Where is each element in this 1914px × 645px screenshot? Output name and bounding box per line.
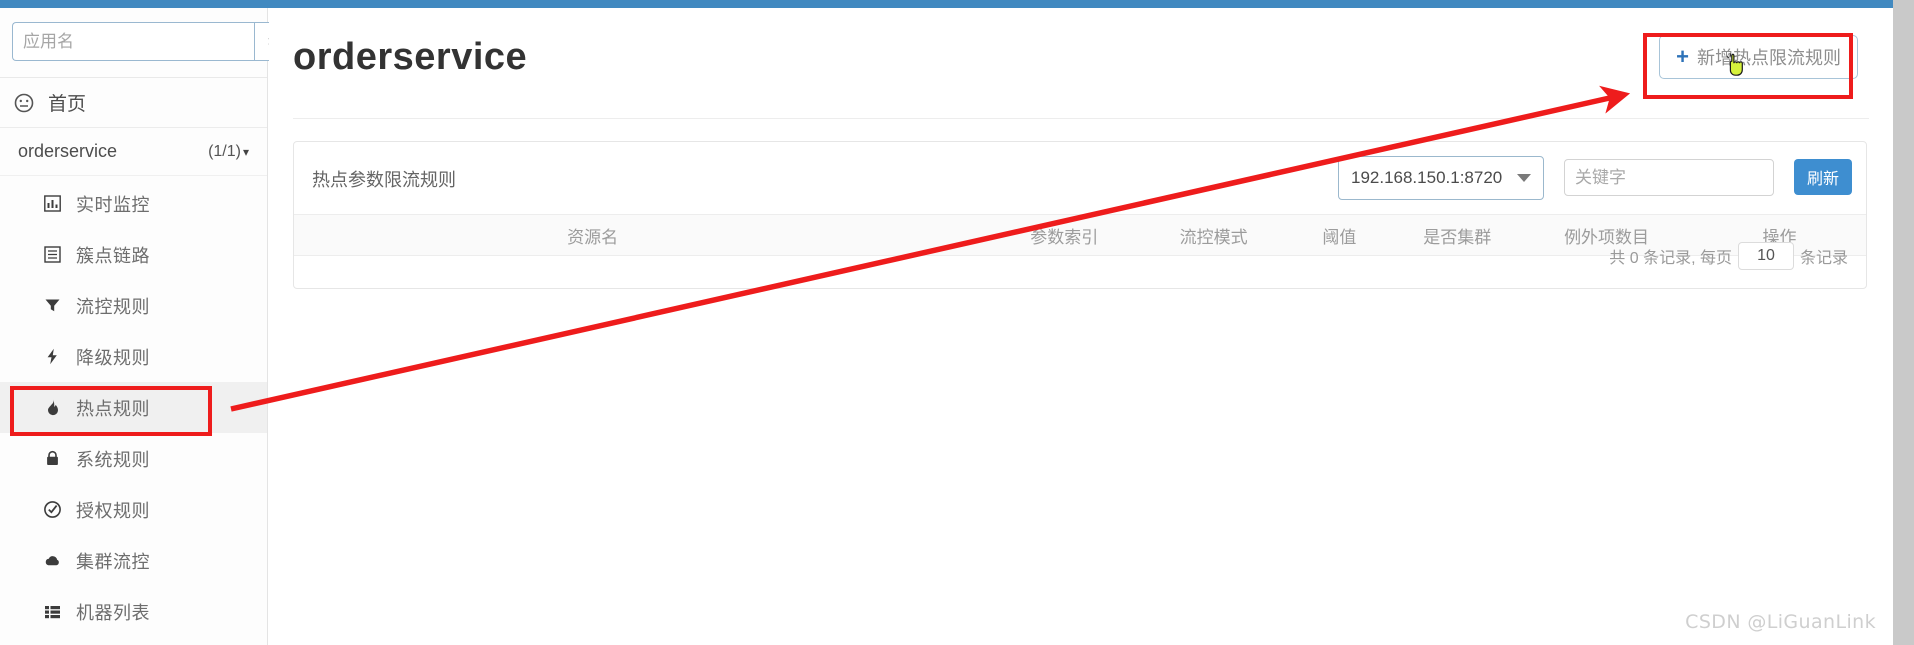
page-scrollbar[interactable] xyxy=(1893,0,1914,645)
sidebar-item-label: 系统规则 xyxy=(76,449,150,470)
page-header: orderservice + 新增热点限流规则 xyxy=(293,8,1869,119)
page-title: orderservice xyxy=(293,36,528,78)
sidebar-item-machine-list[interactable]: 机器列表 xyxy=(0,586,267,637)
column-header-is-cluster: 是否集群 xyxy=(1394,214,1521,256)
filter-icon xyxy=(44,297,70,314)
dashboard-icon xyxy=(14,93,42,113)
sidebar-item-home[interactable]: 首页 xyxy=(0,78,267,128)
sidebar-item-label: 实时监控 xyxy=(76,194,150,215)
column-header-blank-left xyxy=(294,214,483,256)
search-input[interactable] xyxy=(12,22,254,61)
card-title: 热点参数限流规则 xyxy=(312,170,456,190)
sidebar-menu: 实时监控 簇点链路 流控规则 降级规则 热点规则 系统规则 授权规则 集群流控 … xyxy=(0,176,267,637)
sidebar-search: 搜索 xyxy=(12,22,316,61)
check-circle-icon xyxy=(44,501,70,518)
app-group-name: orderservice xyxy=(18,141,118,161)
sidebar-item-label: 机器列表 xyxy=(76,602,150,623)
sidebar-item-cluster-flow[interactable]: 集群流控 xyxy=(0,535,267,586)
app-root: 搜索 首页 orderservice (1/1) ▾ xyxy=(0,0,1914,645)
sidebar-item-label: 降级规则 xyxy=(76,347,150,368)
add-hot-param-rule-button[interactable]: + 新增热点限流规则 xyxy=(1659,35,1858,79)
caret-down-icon xyxy=(1516,174,1531,182)
main-content: orderservice + 新增热点限流规则 热点参数限流规则 192.168… xyxy=(269,8,1893,645)
machine-select[interactable]: 192.168.150.1:8720 xyxy=(1337,156,1544,200)
column-header-resource: 资源名 xyxy=(482,214,703,256)
card-toolbar: 192.168.150.1:8720 刷新 xyxy=(1337,156,1852,200)
refresh-button[interactable]: 刷新 xyxy=(1793,159,1852,195)
sidebar: 搜索 首页 orderservice (1/1) ▾ xyxy=(0,8,316,645)
grid-list-icon xyxy=(44,603,70,620)
sidebar-item-label: 簇点链路 xyxy=(76,245,150,266)
card-header: 热点参数限流规则 192.168.150.1:8720 刷新 xyxy=(294,142,1866,214)
sidebar-item-label: 热点规则 xyxy=(76,398,150,419)
column-header-flow-mode: 流控模式 xyxy=(1142,214,1285,256)
keyword-input[interactable] xyxy=(1563,159,1774,196)
sidebar-item-flow-rule[interactable]: 流控规则 xyxy=(0,280,267,331)
machine-select-value: 192.168.150.1:8720 xyxy=(1350,168,1503,187)
sidebar-item-degrade-rule[interactable]: 降级规则 xyxy=(0,331,267,382)
add-button-label: 新增热点限流规则 xyxy=(1697,48,1841,68)
sidebar-item-realtime-monitor[interactable]: 实时监控 xyxy=(0,178,267,229)
fire-icon xyxy=(44,399,70,416)
list-icon xyxy=(44,246,70,263)
sidebar-item-label: 流控规则 xyxy=(76,296,150,317)
cloud-icon xyxy=(44,552,70,569)
app-group-count: (1/1) ▾ xyxy=(208,143,249,161)
page-size-input[interactable] xyxy=(1737,242,1794,270)
sidebar-item-hot-param-rule[interactable]: 热点规则 xyxy=(0,382,267,433)
app-group-count-label: (1/1) xyxy=(208,142,241,160)
watermark: CSDN @LiGuanLink xyxy=(1685,611,1876,633)
bolt-icon xyxy=(44,348,70,365)
sidebar-home-label: 首页 xyxy=(48,94,87,115)
hot-param-rules-card: 热点参数限流规则 192.168.150.1:8720 刷新 资源名 xyxy=(293,141,1867,289)
pagination: 共 0 条记录, 每页 条记录 xyxy=(1609,242,1848,270)
plus-icon: + xyxy=(1676,44,1689,69)
column-header-blank-mid xyxy=(702,214,986,256)
pagination-suffix: 条记录 xyxy=(1799,250,1848,267)
chevron-down-icon: ▾ xyxy=(242,144,249,159)
sidebar-item-cluster-link[interactable]: 簇点链路 xyxy=(0,229,267,280)
page-scrollbar-thumb[interactable] xyxy=(1893,0,1914,645)
pagination-prefix: 共 0 条记录, 每页 xyxy=(1609,250,1732,267)
top-accent-bar xyxy=(0,0,1893,8)
sidebar-item-authority-rule[interactable]: 授权规则 xyxy=(0,484,267,535)
bar-chart-icon xyxy=(44,195,70,212)
sidebar-item-label: 集群流控 xyxy=(76,551,150,572)
sidebar-item-label: 授权规则 xyxy=(76,500,150,521)
column-header-threshold: 阈值 xyxy=(1284,214,1395,256)
lock-icon xyxy=(44,450,70,467)
sidebar-item-system-rule[interactable]: 系统规则 xyxy=(0,433,267,484)
sidebar-app-group[interactable]: orderservice (1/1) ▾ xyxy=(0,128,267,176)
column-header-param-index: 参数索引 xyxy=(985,214,1143,256)
